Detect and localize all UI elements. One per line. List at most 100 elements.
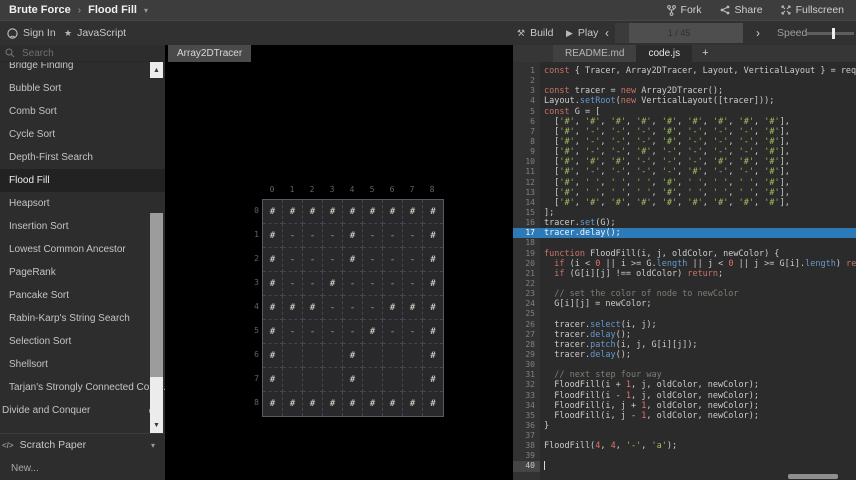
code-line[interactable]: Layout.setRoot(new VerticalLayout([trace…: [540, 96, 856, 106]
code-line[interactable]: [540, 360, 856, 370]
gutter-line-number[interactable]: 20: [513, 259, 540, 269]
editor-hscrollbar-thumb[interactable]: [788, 474, 838, 479]
code-line[interactable]: tracer.delay();: [540, 350, 856, 360]
gutter-line-number[interactable]: 19: [513, 249, 540, 259]
sidebar-category-divide-and-conquer[interactable]: Divide and Conquer▸: [0, 399, 165, 422]
code-line[interactable]: FloodFill(i, j - 1, oldColor, newColor);: [540, 411, 856, 421]
sidebar-item-comb-sort[interactable]: Comb Sort: [0, 100, 165, 123]
code-line[interactable]: [540, 451, 856, 461]
code-line[interactable]: ['#', ' ', ' ', ' ', '#', ' ', ' ', ' ',…: [540, 188, 856, 198]
sidebar-item-tarjan-s-strongly-connected-comp-[interactable]: Tarjan's Strongly Connected Comp...: [0, 376, 165, 399]
editor-code[interactable]: const { Tracer, Array2DTracer, Layout, V…: [540, 62, 856, 480]
code-line[interactable]: FloodFill(4, 4, '-', 'a');: [540, 441, 856, 451]
speed-slider-thumb[interactable]: [832, 28, 835, 39]
sidebar-item-heapsort[interactable]: Heapsort: [0, 192, 165, 215]
search-input[interactable]: [20, 46, 144, 60]
breadcrumb-current[interactable]: Flood Fill: [88, 4, 137, 16]
sidebar-item-depth-first-search[interactable]: Depth-First Search: [0, 146, 165, 169]
gutter-line-number[interactable]: 22: [513, 279, 540, 289]
gutter-line-number[interactable]: 32: [513, 380, 540, 390]
code-line[interactable]: ];: [540, 208, 856, 218]
gutter-line-number[interactable]: 4: [513, 96, 540, 106]
gutter-line-number[interactable]: 26: [513, 320, 540, 330]
scrollbar-thumb[interactable]: [150, 213, 163, 377]
code-line[interactable]: ['#', '-', '-', '-', '#', '-', '-', '-',…: [540, 137, 856, 147]
code-pane[interactable]: 1 2 3 4 5 6 7 8 9 10 11 12 13 14 15 16 17 18 19 20 21 22 23 24 2…: [513, 62, 856, 480]
gutter-line-number[interactable]: 34: [513, 401, 540, 411]
share-button[interactable]: Share: [720, 4, 763, 16]
gutter-line-number[interactable]: 25: [513, 309, 540, 319]
gutter-line-number[interactable]: 14: [513, 198, 540, 208]
scroll-down-icon[interactable]: ▼: [150, 417, 163, 433]
code-line[interactable]: tracer.delay();: [540, 228, 856, 239]
code-line[interactable]: // set the color of node to newColor: [540, 289, 856, 299]
gutter-line-number[interactable]: 13: [513, 188, 540, 198]
code-line[interactable]: tracer.delay();: [540, 330, 856, 340]
code-line[interactable]: ['#', '#', '#', '#', '#', '#', '#', '#',…: [540, 117, 856, 127]
gutter-line-number[interactable]: 24: [513, 299, 540, 309]
code-line[interactable]: [540, 431, 856, 441]
scrollbar-track[interactable]: [150, 377, 163, 417]
sidebar-item-bridge-finding[interactable]: Bridge Finding: [0, 62, 165, 77]
speed-slider[interactable]: [807, 21, 854, 45]
gutter-line-number[interactable]: 28: [513, 340, 540, 350]
gutter-line-number[interactable]: 30: [513, 360, 540, 370]
code-line[interactable]: const G = [: [540, 107, 856, 117]
tab-array2dtracer[interactable]: Array2DTracer: [168, 45, 252, 62]
fullscreen-button[interactable]: Fullscreen: [781, 4, 844, 16]
fork-button[interactable]: Fork: [666, 4, 702, 16]
sidebar-item-selection-sort[interactable]: Selection Sort: [0, 330, 165, 353]
gutter-line-number[interactable]: 12: [513, 178, 540, 188]
gutter-line-number[interactable]: 31: [513, 370, 540, 380]
code-line[interactable]: [540, 238, 856, 248]
code-line[interactable]: FloodFill(i + 1, j, oldColor, newColor);: [540, 380, 856, 390]
code-line[interactable]: tracer.select(i, j);: [540, 320, 856, 330]
scroll-up-icon[interactable]: ▲: [150, 62, 163, 78]
code-line[interactable]: // next step four way: [540, 370, 856, 380]
code-line[interactable]: FloodFill(i, j + 1, oldColor, newColor);: [540, 401, 856, 411]
gutter-line-number[interactable]: 33: [513, 391, 540, 401]
code-line[interactable]: [540, 76, 856, 86]
language-selector[interactable]: ★ JavaScript: [64, 21, 126, 45]
sidebar-item-lowest-common-ancestor[interactable]: Lowest Common Ancestor: [0, 238, 165, 261]
sidebar-item-insertion-sort[interactable]: Insertion Sort: [0, 215, 165, 238]
step-forward-button[interactable]: ›: [752, 21, 764, 45]
sidebar-item-flood-fill[interactable]: Flood Fill: [0, 169, 165, 192]
gutter-line-number[interactable]: 3: [513, 86, 540, 96]
gutter-line-number[interactable]: 6: [513, 117, 540, 127]
gutter-line-number[interactable]: 38: [513, 441, 540, 451]
code-line[interactable]: if (i < 0 || i >= G.length || j < 0 || j…: [540, 259, 856, 269]
gutter-line-number[interactable]: 40: [513, 461, 540, 472]
code-line[interactable]: ['#', '#', '#', '-', '-', '-', '#', '#',…: [540, 157, 856, 167]
code-line[interactable]: tracer.set(G);: [540, 218, 856, 228]
gutter-line-number[interactable]: 1: [513, 66, 540, 76]
code-line[interactable]: function FloodFill(i, j, oldColor, newCo…: [540, 249, 856, 259]
code-line[interactable]: if (G[i][j] !== oldColor) return;: [540, 269, 856, 279]
gutter-line-number[interactable]: 5: [513, 107, 540, 117]
sidebar-item-pancake-sort[interactable]: Pancake Sort: [0, 284, 165, 307]
gutter-line-number[interactable]: 35: [513, 411, 540, 421]
code-line[interactable]: ['#', '-', '-', '-', '#', '-', '-', '-',…: [540, 127, 856, 137]
gutter-line-number[interactable]: 15: [513, 208, 540, 218]
code-line[interactable]: ['#', '-', '-', '#', '-', '-', '-', '-',…: [540, 147, 856, 157]
gutter-line-number[interactable]: 11: [513, 167, 540, 177]
gutter-line-number[interactable]: 17: [513, 228, 540, 239]
sidebar-item-bubble-sort[interactable]: Bubble Sort: [0, 77, 165, 100]
code-line[interactable]: [540, 461, 856, 471]
sidebar-item-rabin-karp-s-string-search[interactable]: Rabin-Karp's String Search: [0, 307, 165, 330]
code-line[interactable]: ['#', '#', '#', '#', '#', '#', '#', '#',…: [540, 198, 856, 208]
gutter-line-number[interactable]: 21: [513, 269, 540, 279]
code-line[interactable]: const tracer = new Array2DTracer();: [540, 86, 856, 96]
code-line[interactable]: [540, 279, 856, 289]
tab-code-js[interactable]: code.js: [636, 45, 693, 62]
gutter-line-number[interactable]: 23: [513, 289, 540, 299]
code-line[interactable]: ['#', ' ', ' ', ' ', '#', ' ', ' ', ' ',…: [540, 178, 856, 188]
code-line[interactable]: [540, 309, 856, 319]
gutter-line-number[interactable]: 2: [513, 76, 540, 86]
code-line[interactable]: FloodFill(i - 1, j, oldColor, newColor);: [540, 391, 856, 401]
code-line[interactable]: const { Tracer, Array2DTracer, Layout, V…: [540, 66, 856, 76]
sidebar-item-shellsort[interactable]: Shellsort: [0, 353, 165, 376]
gutter-line-number[interactable]: 16: [513, 218, 540, 228]
gutter-line-number[interactable]: 29: [513, 350, 540, 360]
play-button[interactable]: ▶ Play: [566, 21, 598, 45]
